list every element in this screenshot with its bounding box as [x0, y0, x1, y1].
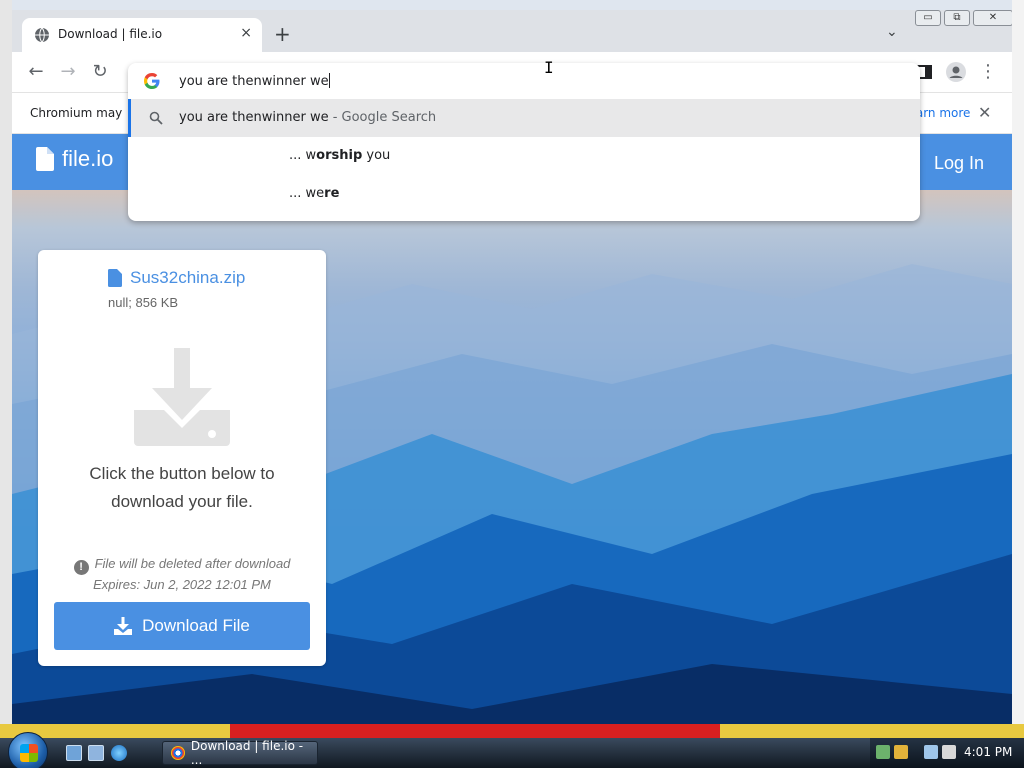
taskbar: Download | file.io - ... 4:01 PM [0, 732, 1024, 768]
file-icon [108, 269, 122, 287]
file-name: Sus32china.zip [130, 268, 246, 287]
file-icon [36, 147, 54, 171]
desktop-red-band [230, 724, 720, 738]
chromium-icon [171, 746, 185, 760]
file-name-link[interactable]: Sus32china.zip [108, 268, 245, 288]
tab-close-icon[interactable]: × [240, 25, 252, 41]
desktop-left-strip [0, 0, 12, 738]
show-desktop-icon[interactable] [66, 745, 82, 761]
taskbar-item-browser[interactable]: Download | file.io - ... [162, 739, 318, 767]
download-prompt-line2: download your file. [111, 492, 253, 511]
reload-button[interactable]: ↻ [88, 60, 112, 84]
back-button[interactable]: ← [24, 60, 48, 84]
site-logo[interactable]: file.io [36, 146, 113, 172]
address-bar-input[interactable]: you are thenwinner we [179, 73, 330, 89]
tray-app-icon[interactable] [876, 745, 890, 759]
forward-button[interactable]: → [56, 60, 80, 84]
login-link[interactable]: Log In [934, 153, 984, 174]
download-prompt: Click the button below to download your … [38, 460, 326, 516]
taskbar-item-label: Download | file.io - ... [190, 739, 304, 767]
info-bar-message: Chromium may [30, 106, 123, 120]
text-caret [328, 73, 330, 88]
download-card: Sus32china.zip null; 856 KB Click the bu… [38, 250, 326, 666]
search-icon [149, 111, 163, 129]
tray-app-icon[interactable] [894, 745, 908, 759]
omnibox-dropdown: you are thenwinner we you are thenwinner… [128, 63, 920, 221]
suggestion-item[interactable]: you are thenwinner we - Google Search [128, 99, 920, 137]
expiry-note-line1: File will be deleted after download [94, 556, 291, 571]
download-file-button[interactable]: Download File [54, 602, 310, 650]
suggestion-item[interactable]: ... were [128, 175, 920, 213]
maximize-button[interactable]: ⧉ [944, 10, 970, 26]
menu-button[interactable]: ⋮ [976, 60, 1000, 84]
tab-search-button[interactable]: ⌄ [886, 24, 898, 40]
minimize-button[interactable]: ▭ [915, 10, 941, 26]
suggestion-item[interactable]: ... worship you [128, 137, 920, 175]
new-tab-button[interactable]: + [274, 24, 291, 44]
window-controls: ▭ ⧉ ✕ [915, 10, 1012, 28]
internet-explorer-icon[interactable] [111, 745, 127, 761]
suggestion-text: ... were [289, 186, 340, 201]
info-bar-close-icon[interactable]: ✕ [978, 103, 991, 122]
globe-icon [35, 27, 49, 43]
system-tray: 4:01 PM [870, 738, 1024, 768]
switch-windows-icon[interactable] [88, 745, 104, 761]
close-window-button[interactable]: ✕ [973, 10, 1012, 26]
download-tray-icon [134, 348, 230, 446]
desktop-bottom-strip [0, 724, 1024, 738]
tab-strip: Download | file.io × + ⌄ ▭ ⧉ ✕ [12, 10, 1012, 52]
site-logo-text: file.io [62, 146, 114, 171]
suggestion-text: you are thenwinner we - Google Search [179, 110, 437, 125]
desktop-right-strip [1012, 0, 1024, 738]
tab-title: Download | file.io [58, 27, 163, 41]
info-icon: ! [73, 560, 89, 575]
suggestion-text: ... worship you [289, 148, 391, 163]
tab-download-fileio[interactable]: Download | file.io × [22, 18, 262, 52]
clock[interactable]: 4:01 PM [964, 745, 1012, 759]
page-content: file.io Log In Sus32china.zip null; 856 … [12, 134, 1012, 724]
google-g-icon [144, 73, 160, 89]
download-file-label: Download File [142, 616, 250, 635]
start-button[interactable] [8, 732, 48, 768]
desktop-top-strip [0, 0, 1024, 10]
network-icon[interactable] [924, 745, 938, 759]
address-bar[interactable]: you are thenwinner we [128, 63, 920, 99]
profile-avatar-icon[interactable] [944, 60, 968, 84]
download-prompt-line1: Click the button below to [89, 464, 275, 483]
download-icon [114, 617, 133, 635]
ibeam-cursor-icon: I [544, 58, 554, 77]
volume-muted-icon[interactable] [942, 745, 956, 759]
windows-logo-icon [20, 744, 38, 762]
file-meta: null; 856 KB [108, 295, 179, 310]
browser-window: Download | file.io × + ⌄ ▭ ⧉ ✕ ← → ↻ ⋮ C… [12, 10, 1012, 724]
expiry-note: ! File will be deleted after download Exp… [38, 554, 326, 595]
expiry-note-line2: Expires: Jun 2, 2022 12:01 PM [93, 577, 271, 592]
